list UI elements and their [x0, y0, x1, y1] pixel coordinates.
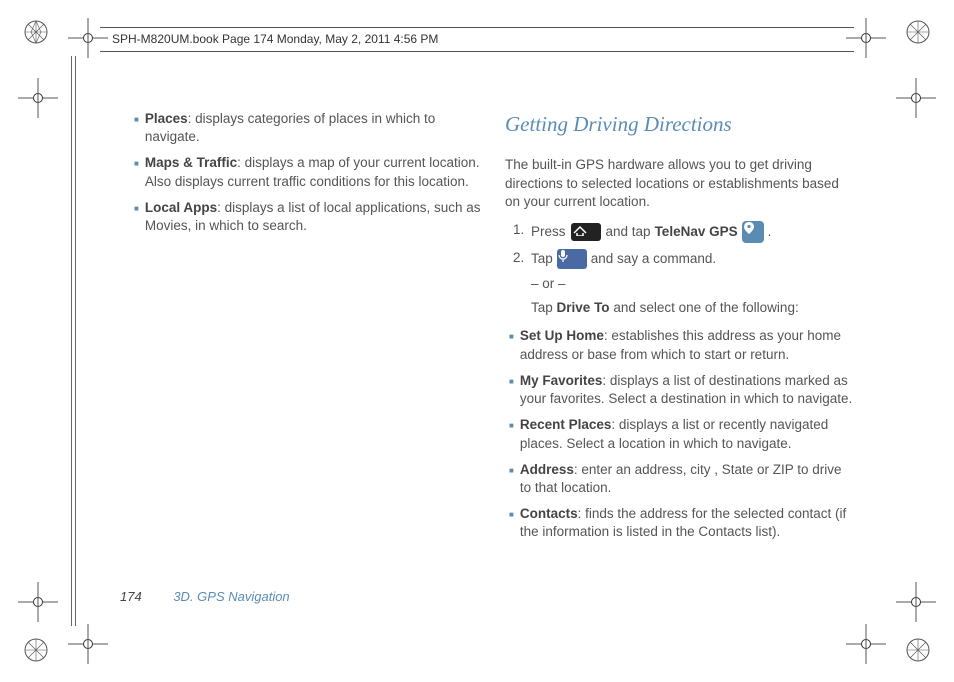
crop-mark-icon: [896, 78, 936, 118]
bullet-text: Address: enter an address, city , State …: [520, 461, 856, 497]
header-rule: [100, 51, 854, 52]
crop-mark-icon: [68, 624, 108, 664]
bullet-icon: ■: [134, 115, 139, 146]
bullet-icon: ■: [509, 421, 514, 452]
bullet-icon: ■: [509, 332, 514, 363]
crop-mark-icon: [846, 18, 886, 58]
ui-label: Drive To: [557, 300, 610, 315]
ui-label: TeleNav GPS: [655, 223, 738, 241]
crop-mark-icon: [18, 582, 58, 622]
step-text: and tap: [606, 223, 651, 241]
left-column: ■ Places: displays categories of places …: [130, 110, 481, 602]
telenav-gps-icon: [742, 221, 764, 243]
right-column: Getting Driving Directions The built-in …: [505, 110, 856, 602]
bullet-item: ■ Set Up Home: establishes this address …: [505, 327, 856, 363]
step-text: Tap: [531, 250, 553, 268]
step-2: 2. Tap and say a command.: [505, 249, 856, 269]
registration-mark-icon: [22, 18, 50, 46]
bullet-item: ■ Address: enter an address, city , Stat…: [505, 461, 856, 497]
bullet-icon: ■: [509, 466, 514, 497]
section-name: 3D. GPS Navigation: [173, 589, 289, 604]
crop-mark-icon: [68, 18, 108, 58]
registration-mark-icon: [22, 636, 50, 664]
tap-instruction: Tap Drive To and select one of the follo…: [505, 299, 856, 317]
running-header: SPH-M820UM.book Page 174 Monday, May 2, …: [112, 32, 438, 46]
intro-paragraph: The built-in GPS hardware allows you to …: [505, 156, 856, 211]
step-number: 1.: [513, 221, 531, 243]
page-content: ■ Places: displays categories of places …: [130, 110, 856, 602]
step-text: and say a command.: [591, 250, 716, 268]
microphone-icon: [557, 249, 587, 269]
step-text: .: [768, 223, 772, 241]
bullet-text: Maps & Traffic: displays a map of your c…: [145, 154, 481, 190]
crop-mark-icon: [846, 624, 886, 664]
registration-mark-icon: [904, 636, 932, 664]
bullet-item: ■ Recent Places: displays a list or rece…: [505, 416, 856, 452]
bullet-text: Contacts: finds the address for the sele…: [520, 505, 856, 541]
home-key-icon: [571, 223, 601, 241]
bullet-icon: ■: [509, 377, 514, 408]
crop-mark-icon: [18, 78, 58, 118]
bullet-text: Local Apps: displays a list of local app…: [145, 199, 481, 235]
bullet-text: Places: displays categories of places in…: [145, 110, 481, 146]
registration-mark-icon: [904, 18, 932, 46]
bullet-item: ■ Maps & Traffic: displays a map of your…: [130, 154, 481, 190]
crop-mark-icon: [896, 582, 936, 622]
step-text: Press: [531, 223, 566, 241]
bullet-item: ■ Local Apps: displays a list of local a…: [130, 199, 481, 235]
section-title: Getting Driving Directions: [505, 110, 856, 138]
step-1: 1. Press and tap TeleNav GPS .: [505, 221, 856, 243]
trim-line: [75, 56, 76, 626]
trim-line: [71, 56, 72, 626]
page-footer: 174 3D. GPS Navigation: [120, 589, 290, 604]
bullet-item: ■ Contacts: finds the address for the se…: [505, 505, 856, 541]
header-rule: [100, 27, 854, 28]
bullet-text: Set Up Home: establishes this address as…: [520, 327, 856, 363]
bullet-item: ■ My Favorites: displays a list of desti…: [505, 372, 856, 408]
step-number: 2.: [513, 249, 531, 269]
or-separator: – or –: [505, 275, 856, 293]
bullet-item: ■ Places: displays categories of places …: [130, 110, 481, 146]
bullet-icon: ■: [509, 510, 514, 541]
bullet-icon: ■: [134, 204, 139, 235]
bullet-text: Recent Places: displays a list or recent…: [520, 416, 856, 452]
bullet-text: My Favorites: displays a list of destina…: [520, 372, 856, 408]
bullet-icon: ■: [134, 159, 139, 190]
page-number: 174: [120, 589, 142, 604]
